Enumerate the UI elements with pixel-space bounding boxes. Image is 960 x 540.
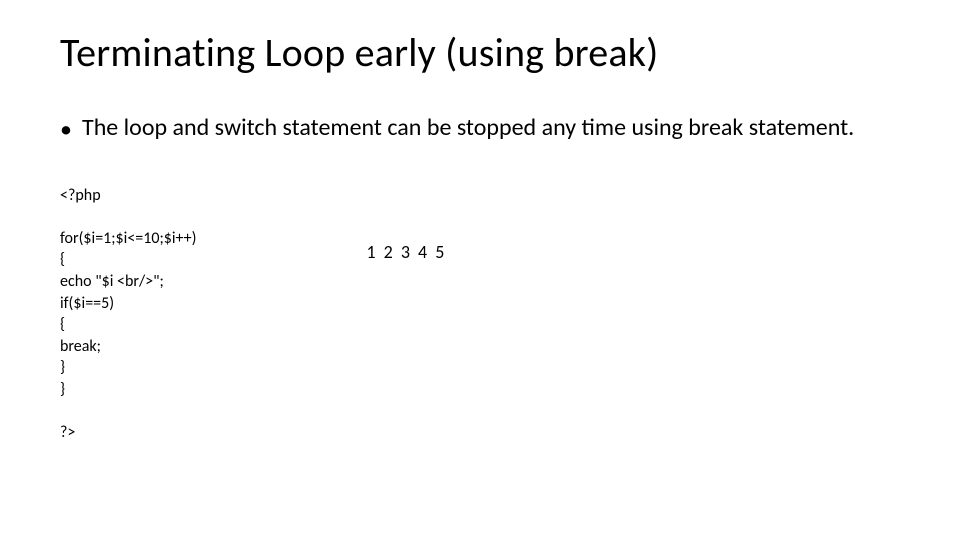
bullet-text: The loop and switch statement can be sto… [82,113,900,143]
bullet-item: • The loop and switch statement can be s… [60,113,900,145]
code-line: ?> [60,423,75,442]
code-line: if($i==5) [60,294,114,313]
code-line: for($i=1;$i<=10;$i++) [60,229,196,248]
code-line: break; [60,337,101,356]
code-line: } [60,380,65,399]
output-text: 1 2 3 4 5 [196,159,446,263]
slide: Terminating Loop early (using break) • T… [0,0,960,540]
bullet-dot-icon: • [60,113,82,145]
code-line: { [60,315,65,334]
code-block: <?php for($i=1;$i<=10;$i++) { echo "$i <… [60,159,196,444]
code-line: echo "$i <br/>"; [60,272,164,291]
code-and-output: <?php for($i=1;$i<=10;$i++) { echo "$i <… [60,159,900,444]
code-line: } [60,358,65,377]
slide-title: Terminating Loop early (using break) [60,28,900,77]
code-line: <?php [60,186,101,205]
code-line: { [60,250,65,269]
